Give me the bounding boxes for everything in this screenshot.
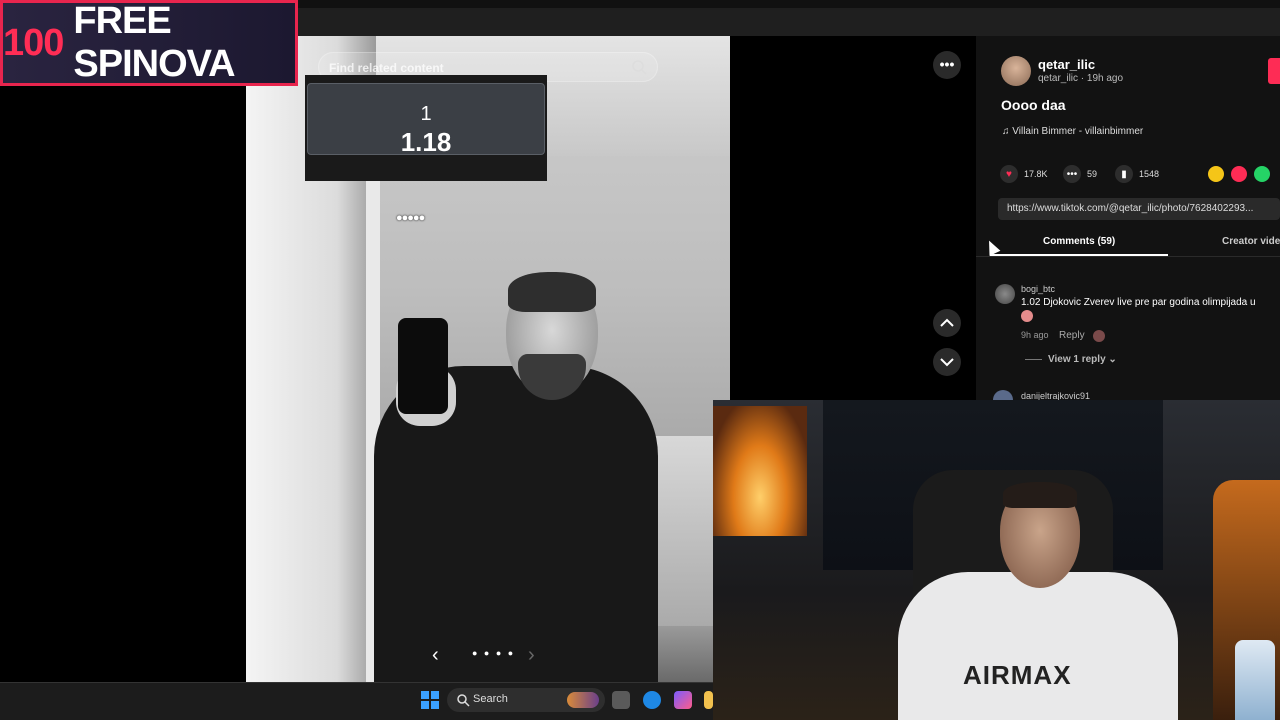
taskbar-search[interactable]: Search bbox=[447, 688, 605, 712]
search-placeholder: Find related content bbox=[329, 61, 444, 75]
file-explorer-icon[interactable] bbox=[704, 691, 713, 709]
post-subline: qetar_ilic · 19h ago bbox=[1038, 73, 1124, 84]
webcam-person-hair bbox=[1003, 482, 1077, 508]
webcam-water-bottle bbox=[1235, 640, 1275, 720]
windows-start-icon[interactable] bbox=[421, 691, 439, 709]
follow-button[interactable] bbox=[1268, 58, 1280, 84]
music-title: Villain Bimmer - villainbimmer bbox=[1012, 126, 1144, 137]
webcam-fireplace-tv bbox=[713, 406, 807, 536]
emoji-icon bbox=[1021, 310, 1033, 322]
comment-icon: ••• bbox=[1063, 165, 1081, 183]
comment-time: 9h ago bbox=[1021, 330, 1049, 340]
copy-link-field[interactable]: https://www.tiktok.com/@qetar_ilic/photo… bbox=[998, 198, 1280, 220]
task-view-icon[interactable] bbox=[612, 691, 630, 709]
chevron-up-icon bbox=[940, 318, 954, 327]
music-link[interactable]: ♫ Villain Bimmer - villainbimmer bbox=[1002, 126, 1143, 137]
next-photo-button[interactable]: › bbox=[528, 644, 535, 667]
comment-username[interactable]: bogi_btc bbox=[1021, 284, 1055, 294]
chevron-down-icon bbox=[940, 358, 954, 367]
promo-banner: 100 FREE SPINOVA bbox=[0, 0, 298, 86]
view-replies-divider bbox=[1025, 359, 1042, 360]
share-embed-icon[interactable] bbox=[1208, 166, 1224, 182]
taskbar-search-label: Search bbox=[473, 693, 508, 705]
odds-overlay: 1 1.18 bbox=[305, 75, 547, 181]
save-count: 1548 bbox=[1139, 169, 1160, 179]
share-direct-icon[interactable] bbox=[1231, 166, 1247, 182]
creator-liked-icon bbox=[1093, 330, 1105, 342]
windows-taskbar bbox=[0, 682, 713, 720]
photo-pagination-dots: ● ● ● ● bbox=[472, 648, 516, 658]
comment-text: 1.02 Djokovic Zverev live pre par godina… bbox=[1021, 297, 1256, 308]
tab-creator-videos[interactable]: Creator videos bbox=[1222, 236, 1280, 247]
edge-browser-icon[interactable] bbox=[643, 691, 661, 709]
copilot-icon[interactable] bbox=[674, 691, 692, 709]
promo-text: FREE SPINOVA bbox=[73, 0, 235, 85]
photo-person-hair bbox=[508, 272, 596, 312]
photo-phone bbox=[398, 318, 448, 414]
tab-divider bbox=[976, 256, 1280, 257]
reply-button[interactable]: Reply bbox=[1059, 330, 1085, 341]
comment-count: 59 bbox=[1087, 169, 1098, 179]
search-highlight-icon bbox=[567, 692, 599, 708]
post-username[interactable]: qetar_ilic bbox=[1038, 57, 1095, 72]
screen: Find related content 1 1.18 ●●●●● ‹ ● ● … bbox=[0, 0, 1280, 720]
share-whatsapp-icon[interactable] bbox=[1254, 166, 1270, 182]
bookmark-icon: ▮ bbox=[1115, 165, 1133, 183]
heart-icon: ♥ bbox=[1000, 165, 1018, 183]
like-button[interactable]: ♥ 17.8K bbox=[1000, 165, 1048, 183]
music-note-icon: ♫ bbox=[1002, 126, 1010, 137]
prev-photo-button[interactable]: ‹ bbox=[432, 644, 439, 667]
search-icon[interactable] bbox=[631, 59, 647, 75]
webcam-overlay: AIRMAX bbox=[713, 400, 1280, 720]
view-replies-button[interactable]: View 1 reply ⌄ bbox=[1048, 354, 1117, 365]
odds-value: 1.18 bbox=[400, 127, 452, 157]
next-post-button[interactable] bbox=[933, 348, 961, 376]
photo-caption-dots: ●●●●● bbox=[396, 212, 425, 224]
more-options-button[interactable]: ••• bbox=[933, 51, 961, 79]
comment-button[interactable]: ••• 59 bbox=[1063, 165, 1097, 183]
save-button[interactable]: ▮ 1548 bbox=[1115, 165, 1159, 183]
avatar[interactable] bbox=[1001, 56, 1031, 86]
shirt-print: AIRMAX bbox=[963, 660, 1072, 690]
search-icon bbox=[457, 694, 470, 707]
webcam-person-shirt bbox=[898, 572, 1178, 720]
post-caption: Oooo daa bbox=[1001, 97, 1066, 113]
odds-index: 1 bbox=[420, 103, 432, 125]
previous-post-button[interactable] bbox=[933, 309, 961, 337]
tab-comments[interactable]: Comments (59) bbox=[1043, 236, 1115, 247]
promo-number: 100 bbox=[3, 21, 64, 64]
comment-avatar[interactable] bbox=[995, 284, 1015, 304]
like-count: 17.8K bbox=[1024, 169, 1048, 179]
